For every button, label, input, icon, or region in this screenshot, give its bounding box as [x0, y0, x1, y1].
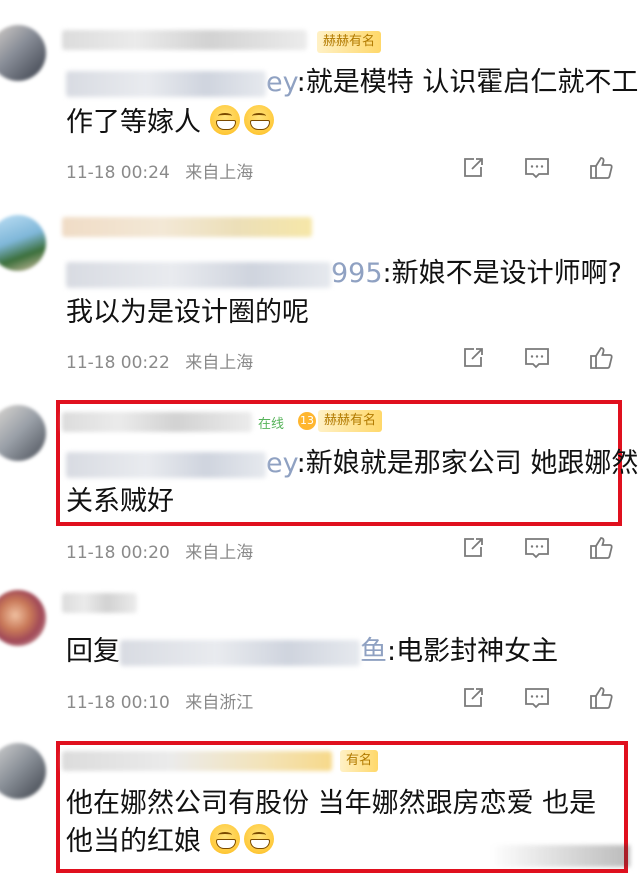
comment-meta: 11-18 00:20 来自上海	[66, 538, 263, 563]
grin-emoji-icon	[209, 824, 240, 854]
comment-location: 来自浙江	[185, 693, 254, 713]
comment-meta: 11-18 00:24 来自上海	[66, 158, 263, 183]
reply-handle[interactable]: ey	[266, 67, 297, 98]
comment-location: 来自上海	[185, 353, 254, 373]
comment-body: :新娘不是设计师啊?	[382, 258, 622, 289]
comment-text: ey:新娘就是那家公司 她跟娜然	[66, 445, 638, 483]
comment-item: 有名 他在娜然公司有股份 当年娜然跟房恋爱 也是 他当的红娘	[0, 725, 640, 873]
comment-item: 在线 13 赫赫有名 ey:新娘就是那家公司 她跟娜然 关系贼好 11-18 0…	[0, 385, 640, 575]
grin-emoji-icon	[243, 824, 274, 854]
reply-prefix: 回复	[66, 636, 120, 667]
comment-body: 关系贼好	[66, 486, 174, 517]
comment-body: 他当的红娘	[66, 826, 201, 857]
comment-time: 11-18 00:22	[66, 353, 170, 373]
avatar[interactable]	[0, 743, 46, 799]
share-icon[interactable]	[460, 155, 486, 181]
user-tag: 赫赫有名	[318, 410, 383, 432]
comment-text: ey:就是模特 认识霍启仁就不工	[66, 64, 638, 102]
avatar[interactable]	[0, 590, 46, 646]
reply-handle-blurred	[66, 261, 331, 288]
comment-meta: 11-18 00:10 来自浙江	[66, 688, 263, 713]
comment-icon[interactable]	[524, 155, 550, 181]
comment-text: 他在娜然公司有股份 当年娜然跟房恋爱 也是	[66, 785, 624, 823]
user-tag: 赫赫有名	[317, 31, 382, 53]
user-tag: 有名	[340, 750, 379, 772]
thumbs-up-icon[interactable]	[588, 685, 614, 711]
watermark	[490, 845, 630, 867]
comment-body: :电影封神女主	[387, 636, 559, 667]
comment-actions	[460, 345, 614, 371]
share-icon[interactable]	[460, 345, 486, 371]
username-blurred[interactable]	[62, 751, 332, 771]
comment-text-line2: 我以为是设计圈的呢	[66, 294, 624, 332]
comment-icon[interactable]	[524, 685, 550, 711]
comment-meta: 11-18 00:22 来自上海	[66, 348, 263, 373]
comment-icon[interactable]	[524, 345, 550, 371]
comment-item: 回复 鱼:电影封神女主 11-18 00:10 来自浙江	[0, 575, 640, 725]
comment-actions	[460, 155, 614, 181]
comment-body: :新娘就是那家公司 她跟娜然	[296, 448, 639, 479]
avatar[interactable]	[0, 405, 46, 461]
username-blurred[interactable]	[62, 412, 252, 432]
comment-body: :就是模特 认识霍启仁就不工	[296, 67, 639, 98]
comment-time: 11-18 00:24	[66, 163, 170, 183]
comment-actions	[460, 535, 614, 561]
avatar[interactable]	[0, 25, 46, 81]
grin-emoji-icon	[243, 105, 274, 135]
username-blurred[interactable]	[62, 30, 307, 50]
share-icon[interactable]	[460, 535, 486, 561]
comment-body: 作了等嫁人	[66, 107, 201, 138]
comment-time: 11-18 00:10	[66, 693, 170, 713]
share-icon[interactable]	[460, 685, 486, 711]
username-blurred[interactable]	[62, 217, 312, 237]
reply-handle[interactable]: ey	[266, 448, 297, 479]
reply-handle[interactable]: 鱼	[360, 636, 387, 667]
comment-time: 11-18 00:20	[66, 543, 170, 563]
comment-text: 995:新娘不是设计师啊?	[66, 255, 624, 293]
comment-location: 来自上海	[185, 163, 254, 183]
comment-item: 赫赫有名 ey:就是模特 认识霍启仁就不工 作了等嫁人 11-18 00:24 …	[0, 0, 640, 195]
comment-actions	[460, 685, 614, 711]
comment-text-line2: 作了等嫁人	[66, 104, 624, 142]
avatar[interactable]	[0, 215, 46, 271]
level-badge: 13	[298, 412, 316, 430]
thumbs-up-icon[interactable]	[588, 535, 614, 561]
reply-handle-blurred	[66, 70, 266, 97]
reply-handle-blurred	[120, 639, 360, 666]
username-blurred[interactable]	[62, 593, 137, 613]
reply-handle[interactable]: 995	[331, 258, 383, 289]
comment-icon[interactable]	[524, 535, 550, 561]
grin-emoji-icon	[209, 105, 240, 135]
online-status: 在线	[258, 417, 285, 432]
reply-handle-blurred	[66, 451, 266, 478]
comment-text-line2: 关系贼好	[66, 483, 624, 521]
comment-body: 我以为是设计圈的呢	[66, 297, 309, 328]
thumbs-up-icon[interactable]	[588, 155, 614, 181]
comment-location: 来自上海	[185, 543, 254, 563]
comment-body: 他在娜然公司有股份 当年娜然跟房恋爱 也是	[66, 788, 597, 819]
thumbs-up-icon[interactable]	[588, 345, 614, 371]
comment-text: 回复 鱼:电影封神女主	[66, 633, 624, 671]
comment-item: 995:新娘不是设计师啊? 我以为是设计圈的呢 11-18 00:22 来自上海	[0, 195, 640, 385]
